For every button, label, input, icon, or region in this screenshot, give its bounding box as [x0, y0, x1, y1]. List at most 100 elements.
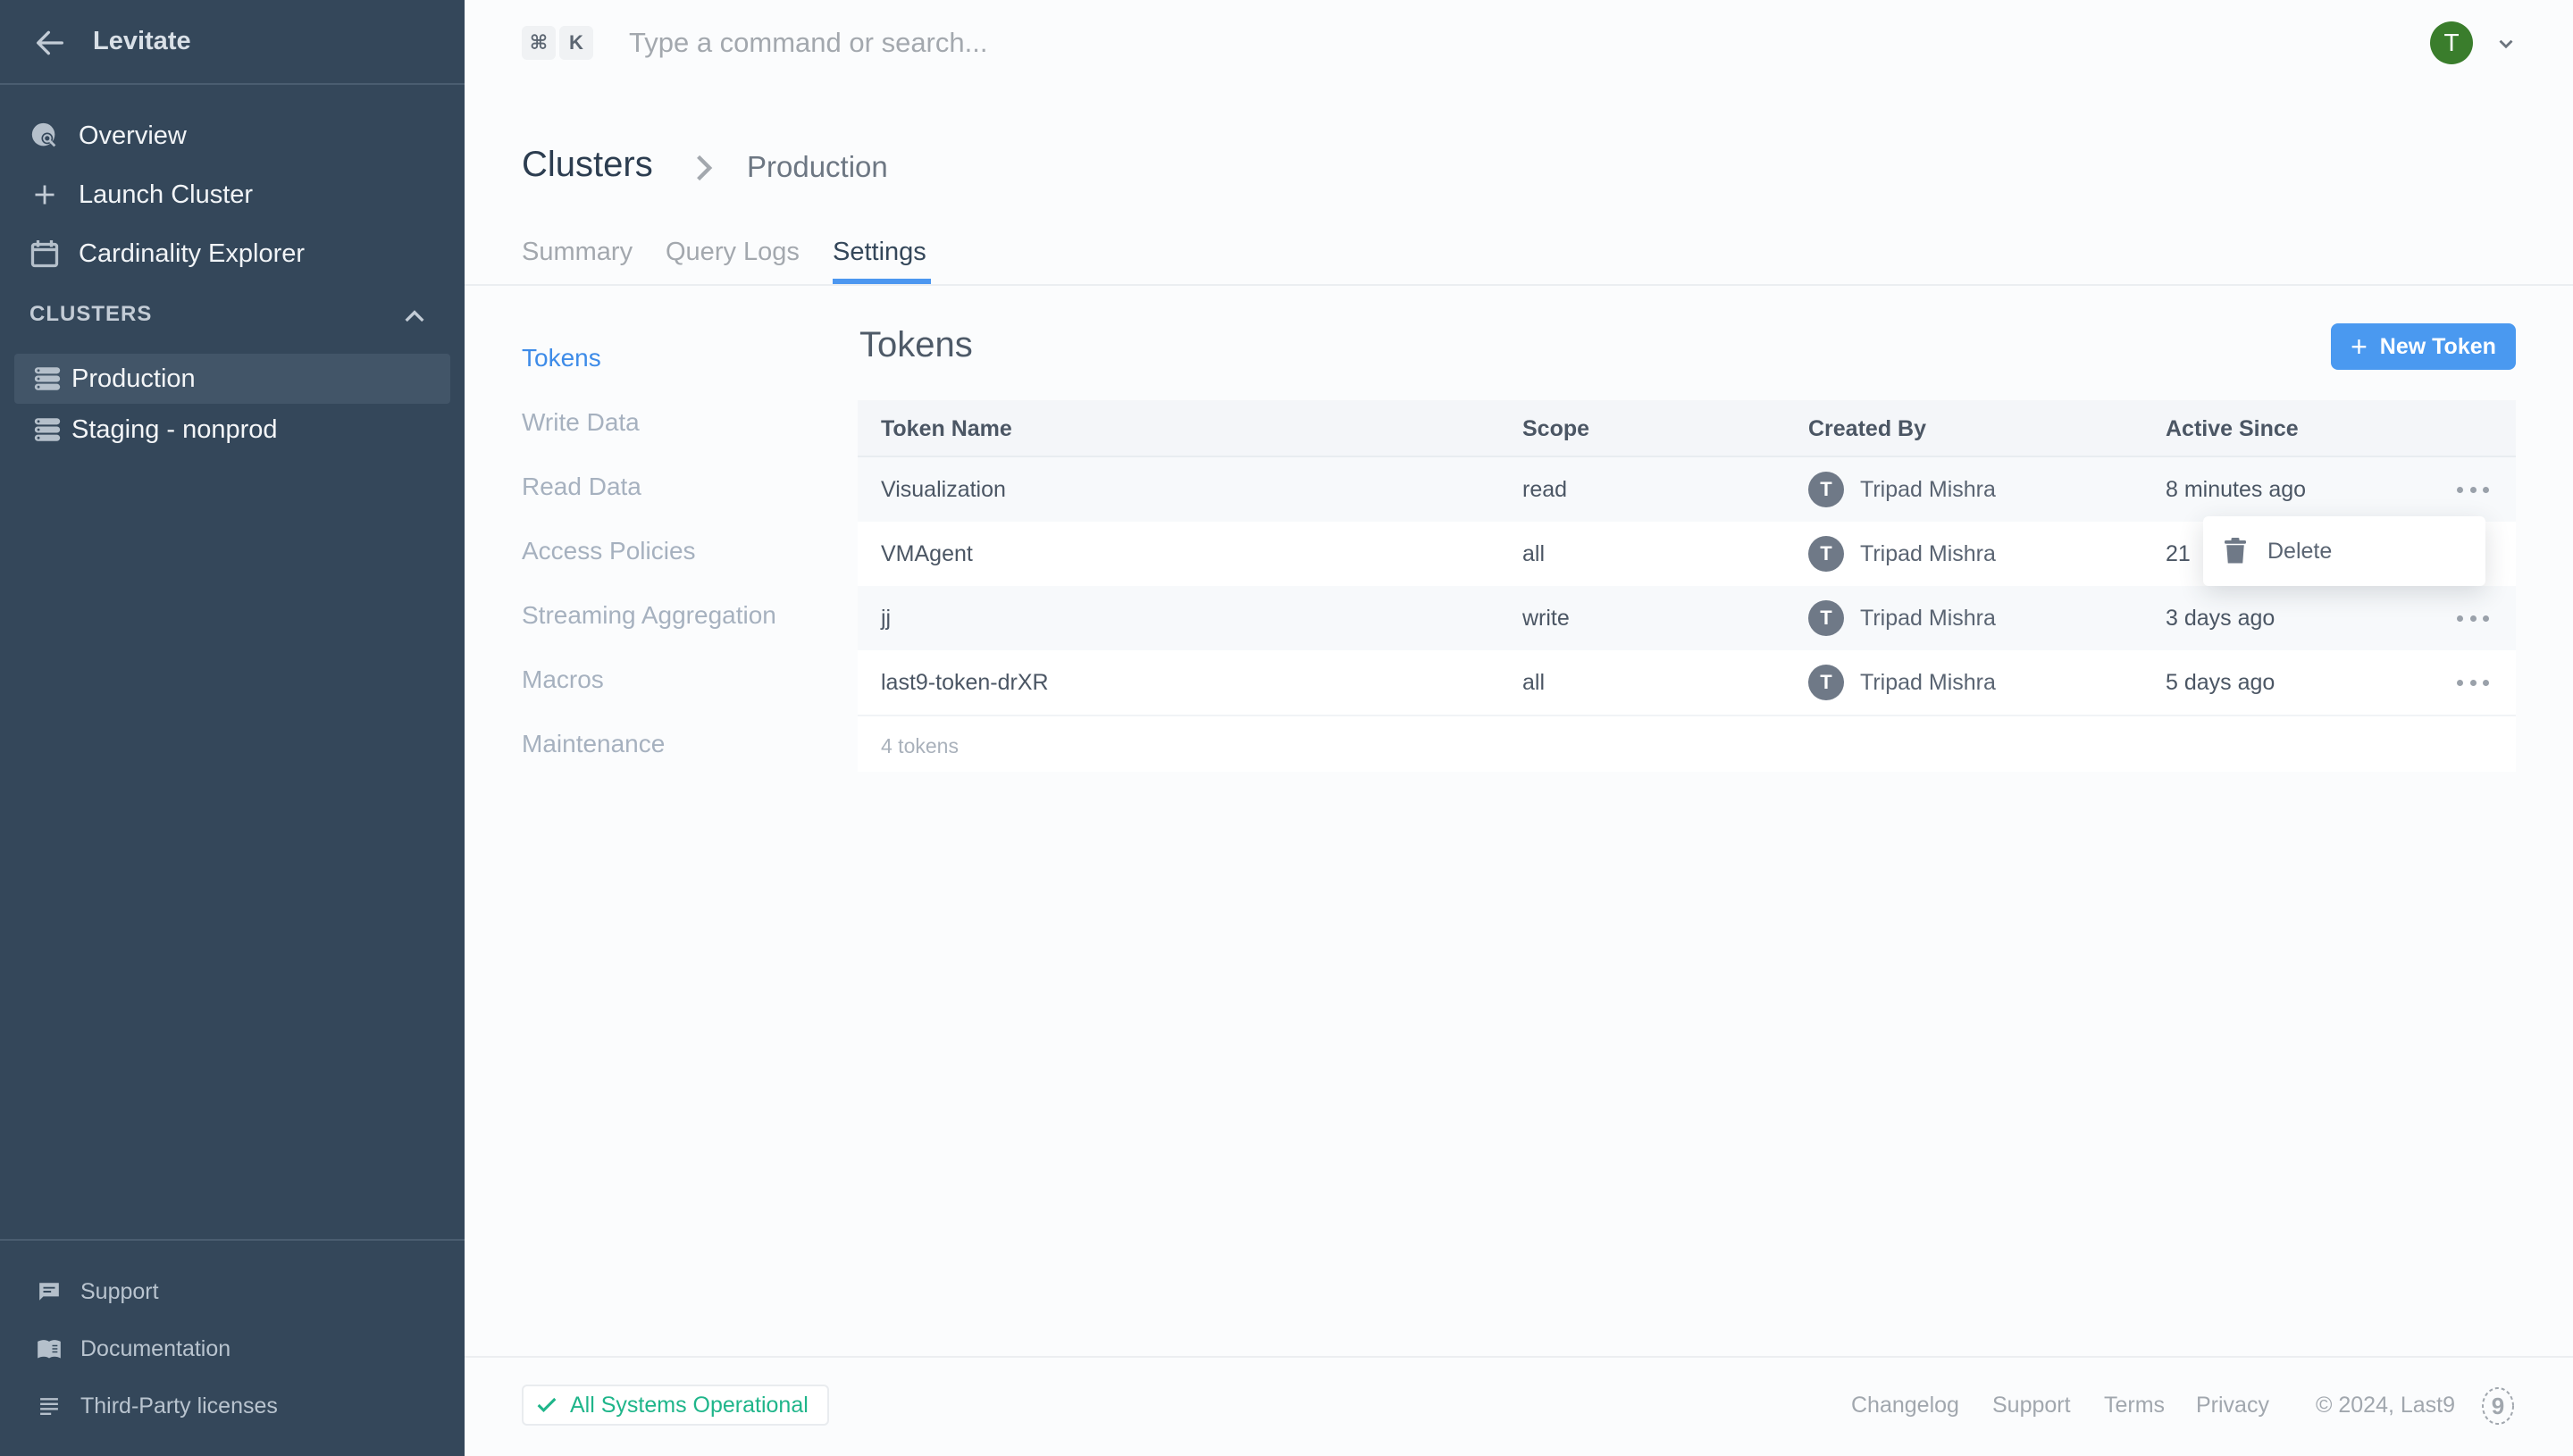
- sidebar-item-label: Overview: [79, 121, 187, 150]
- settings-nav-maintenance[interactable]: Maintenance: [522, 730, 665, 758]
- plus-icon: +: [2351, 330, 2368, 363]
- sidebar-divider: [0, 1239, 465, 1241]
- footer-link-support[interactable]: Support: [1992, 1393, 2071, 1418]
- trash-icon: [2225, 538, 2246, 564]
- tokens-table: Token Name Scope Created By Active Since…: [858, 400, 2516, 772]
- command-search-input[interactable]: [629, 21, 1880, 64]
- row-actions-more-icon[interactable]: [2457, 606, 2489, 631]
- new-token-button[interactable]: + New Token: [2331, 323, 2516, 370]
- book-icon: [36, 1335, 63, 1362]
- new-token-label: New Token: [2379, 333, 2496, 359]
- creator-avatar: T: [1808, 600, 1844, 636]
- creator-avatar: T: [1808, 536, 1844, 572]
- tabs-divider: [465, 284, 2573, 286]
- delete-label: Delete: [2267, 538, 2333, 564]
- footer-link-privacy[interactable]: Privacy: [2196, 1393, 2269, 1418]
- token-creator: T Tripad Mishra: [1808, 536, 1996, 572]
- table-footer: 4 tokens: [858, 715, 2516, 772]
- sidebar-item-launch-cluster[interactable]: Launch Cluster: [29, 172, 253, 218]
- creator-name: Tripad Mishra: [1860, 476, 1996, 502]
- sidebar-item-overview[interactable]: Overview: [29, 113, 187, 159]
- shortcut-key-k: K: [559, 26, 593, 60]
- top-bar: ⌘ K T: [465, 0, 2573, 86]
- cluster-label: Production: [71, 364, 196, 393]
- sidebar-footer-licenses[interactable]: Third-Party licenses: [36, 1388, 278, 1424]
- check-icon: [537, 1397, 557, 1412]
- sidebar-header: Levitate: [0, 0, 465, 85]
- settings-nav-write-data[interactable]: Write Data: [522, 408, 640, 437]
- breadcrumb-current: Production: [747, 150, 888, 183]
- row-actions-more-icon[interactable]: [2457, 477, 2489, 502]
- sidebar-item-cardinality-explorer[interactable]: Cardinality Explorer: [29, 230, 305, 277]
- system-status-label: All Systems Operational: [570, 1392, 809, 1418]
- settings-nav-access-policies[interactable]: Access Policies: [522, 537, 696, 565]
- token-scope: all: [1522, 541, 1546, 566]
- row-actions-menu-delete[interactable]: Delete: [2203, 516, 2485, 586]
- tokens-title: Tokens: [859, 325, 973, 364]
- column-header-scope[interactable]: Scope: [1522, 416, 1589, 442]
- settings-nav-macros[interactable]: Macros: [522, 665, 604, 694]
- server-stack-icon: [34, 418, 61, 441]
- token-creator: T Tripad Mishra: [1808, 665, 1996, 700]
- system-status-badge[interactable]: All Systems Operational: [522, 1385, 829, 1426]
- row-actions-more-icon[interactable]: [2457, 670, 2489, 695]
- brand-name: Levitate: [93, 27, 191, 55]
- token-scope: read: [1522, 477, 1568, 502]
- sidebar-cluster-staging[interactable]: Staging - nonprod: [14, 405, 450, 455]
- token-name: Visualization: [881, 477, 1006, 502]
- token-scope: all: [1522, 670, 1546, 695]
- footer-copyright: © 2024, Last9: [2316, 1393, 2456, 1418]
- tab-settings[interactable]: Settings: [833, 238, 926, 267]
- footer-link-terms[interactable]: Terms: [2104, 1393, 2165, 1418]
- calendar-icon: [29, 238, 61, 270]
- last9-logo-icon: 9: [2482, 1387, 2514, 1425]
- chevron-down-icon[interactable]: [2494, 32, 2518, 55]
- footer-link-changelog[interactable]: Changelog: [1851, 1393, 1959, 1418]
- user-avatar[interactable]: T: [2430, 21, 2473, 64]
- clusters-section-title: CLUSTERS: [29, 302, 153, 326]
- chevron-right-icon: [697, 155, 713, 181]
- sidebar: Levitate Overview Launch Cluster Cardina…: [0, 0, 465, 1456]
- chat-icon: [36, 1278, 63, 1305]
- server-stack-icon: [34, 367, 61, 390]
- sidebar-footer-label: Third-Party licenses: [80, 1393, 278, 1418]
- table-row[interactable]: jj write T Tripad Mishra 3 days ago: [858, 586, 2516, 650]
- creator-avatar: T: [1808, 472, 1844, 507]
- settings-nav-streaming-aggregation[interactable]: Streaming Aggregation: [522, 601, 776, 630]
- settings-nav-read-data[interactable]: Read Data: [522, 473, 641, 501]
- logo-glyph: 9: [2492, 1393, 2504, 1419]
- breadcrumb-clusters[interactable]: Clusters: [522, 145, 653, 185]
- column-header-created-by[interactable]: Created By: [1808, 416, 1926, 442]
- sidebar-footer-documentation[interactable]: Documentation: [36, 1331, 230, 1367]
- token-active-since: 8 minutes ago: [2166, 477, 2307, 502]
- sidebar-footer-label: Support: [80, 1278, 159, 1304]
- token-active-since: 3 days ago: [2166, 606, 2275, 631]
- creator-name: Tripad Mishra: [1860, 669, 1996, 695]
- column-header-active-since[interactable]: Active Since: [2166, 416, 2299, 442]
- sidebar-item-label: Cardinality Explorer: [79, 238, 306, 268]
- settings-nav-tokens[interactable]: Tokens: [522, 344, 601, 372]
- sidebar-cluster-production[interactable]: Production: [14, 354, 450, 404]
- token-name: VMAgent: [881, 541, 973, 566]
- table-header: Token Name Scope Created By Active Since: [858, 400, 2516, 457]
- sidebar-footer-label: Documentation: [80, 1335, 231, 1361]
- token-active-since: 21: [2166, 541, 2191, 566]
- globe-search-icon: [29, 120, 61, 152]
- tab-query-logs[interactable]: Query Logs: [666, 238, 800, 267]
- token-name: jj: [881, 606, 892, 631]
- table-row[interactable]: last9-token-drXR all T Tripad Mishra 5 d…: [858, 650, 2516, 715]
- token-name: last9-token-drXR: [881, 670, 1049, 695]
- creator-name: Tripad Mishra: [1860, 605, 1996, 631]
- token-scope: write: [1522, 606, 1570, 631]
- tab-summary[interactable]: Summary: [522, 238, 633, 267]
- creator-name: Tripad Mishra: [1860, 540, 1996, 566]
- table-row[interactable]: Visualization read T Tripad Mishra 8 min…: [858, 457, 2516, 522]
- chevron-up-icon[interactable]: [400, 302, 429, 332]
- plus-icon: [29, 179, 61, 211]
- back-arrow-icon[interactable]: [32, 25, 68, 61]
- sidebar-footer-support[interactable]: Support: [36, 1274, 159, 1310]
- footer-divider: [465, 1356, 2573, 1358]
- creator-avatar: T: [1808, 665, 1844, 700]
- column-header-token-name[interactable]: Token Name: [881, 416, 1012, 442]
- token-creator: T Tripad Mishra: [1808, 600, 1996, 636]
